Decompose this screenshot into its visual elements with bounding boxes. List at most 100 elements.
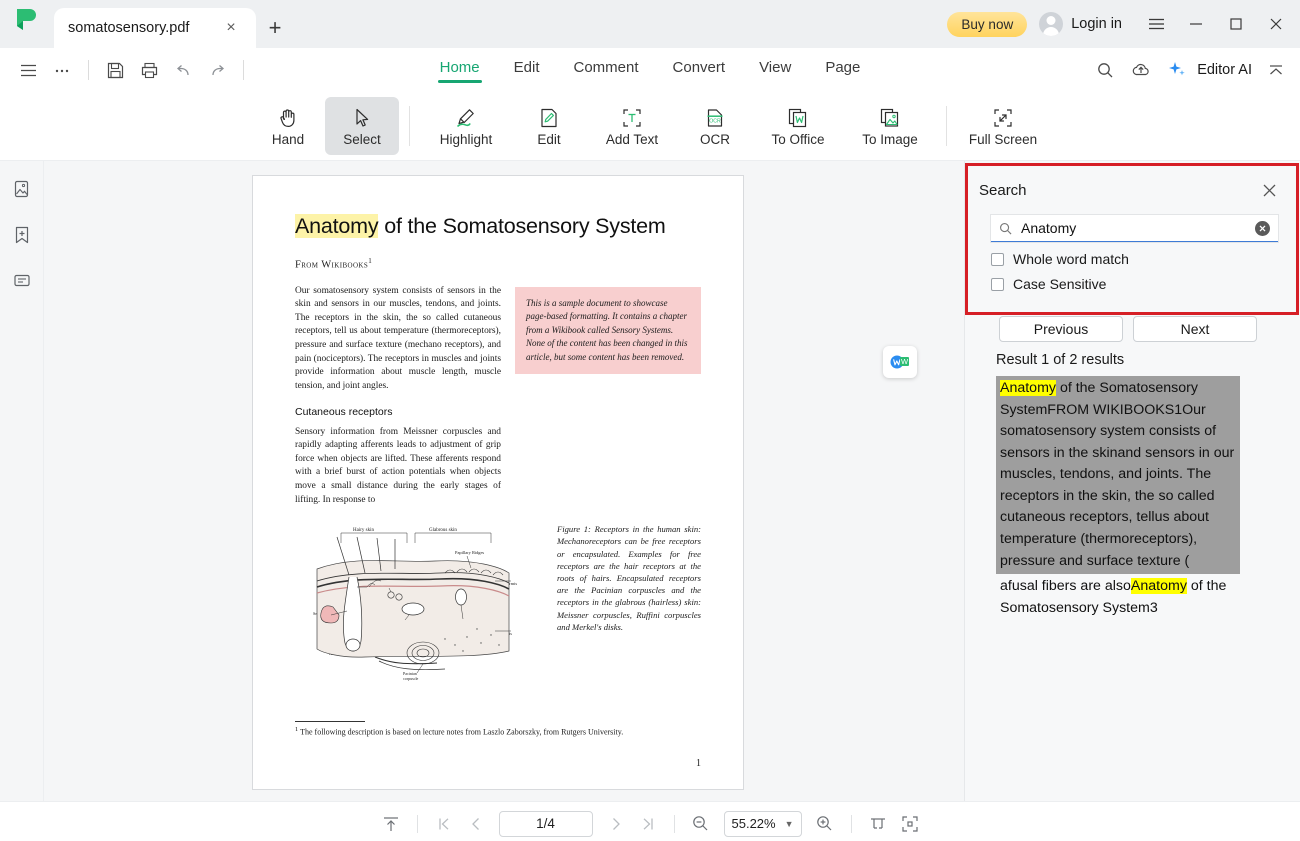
search-nav: Previous Next — [965, 292, 1300, 342]
result-hit: Anatomy — [1130, 578, 1187, 595]
tool-to-office[interactable]: To Office — [752, 97, 844, 155]
divider — [88, 60, 89, 80]
thumbnails-icon[interactable] — [8, 175, 36, 203]
svg-text:OCR: OCR — [709, 118, 721, 124]
tab-home[interactable]: Home — [437, 59, 482, 83]
first-page-icon[interactable] — [429, 810, 459, 838]
next-button[interactable]: Next — [1133, 316, 1257, 342]
minimize-icon[interactable] — [1176, 7, 1216, 41]
left-sidebar — [0, 161, 44, 801]
search-field-container — [965, 201, 1300, 242]
app-logo — [0, 0, 52, 48]
main-menu-icon[interactable] — [12, 55, 44, 85]
comments-icon[interactable] — [8, 267, 36, 295]
close-icon[interactable]: × — [220, 17, 242, 39]
search-results-list: Anatomy of the Somatosensory SystemFROM … — [965, 368, 1300, 621]
tool-to-image[interactable]: To Image — [844, 97, 936, 155]
cloud-upload-icon[interactable] — [1125, 55, 1157, 85]
doc-title: Anatomy of the Somatosensory System — [295, 214, 701, 239]
doc-side-column: This is a sample document to showcase pa… — [515, 285, 701, 520]
next-page-icon[interactable] — [601, 810, 631, 838]
svg-text:Glabrous skin: Glabrous skin — [429, 528, 457, 533]
tool-select[interactable]: Select — [325, 97, 399, 155]
zoom-level-value: 55.22% — [731, 816, 776, 831]
tool-add-text[interactable]: Add Text — [586, 97, 678, 155]
fit-page-icon[interactable] — [376, 810, 406, 838]
bookmark-add-icon[interactable] — [8, 221, 36, 249]
pdf-editor-window: somatosensory.pdf × + Buy now Login in H… — [0, 0, 1300, 841]
tab-convert[interactable]: Convert — [673, 59, 726, 82]
avatar[interactable] — [1039, 12, 1064, 36]
title-bar: somatosensory.pdf × + Buy now Login in — [0, 0, 1300, 48]
tool-hand[interactable]: Hand — [251, 97, 325, 155]
zoom-in-icon[interactable] — [810, 810, 840, 838]
search-result-item[interactable]: afusal fibers are alsoAnatomy of the Som… — [996, 574, 1240, 621]
login-button[interactable]: Login in — [1071, 16, 1122, 32]
tab-view[interactable]: View — [759, 59, 791, 82]
zoom-out-icon[interactable] — [686, 810, 716, 838]
tool-edit[interactable]: Edit — [512, 97, 586, 155]
redo-icon[interactable] — [201, 55, 233, 85]
fit-screen-icon[interactable] — [895, 810, 925, 838]
collapse-ribbon-icon[interactable] — [1260, 55, 1292, 85]
doc-figure-caption: Figure 1: Receptors in the human skin: M… — [557, 524, 701, 632]
window-close-icon[interactable] — [1256, 7, 1296, 41]
tool-label: To Office — [771, 131, 825, 147]
save-icon[interactable] — [99, 55, 131, 85]
undo-icon[interactable] — [167, 55, 199, 85]
tab-page[interactable]: Page — [825, 59, 860, 82]
whole-word-label: Whole word match — [1013, 251, 1129, 267]
previous-button[interactable]: Previous — [999, 316, 1123, 342]
whole-word-match-option[interactable]: Whole word match — [965, 242, 1300, 267]
ribbon-actions: Editor AI — [1089, 55, 1292, 85]
search-input[interactable] — [1019, 219, 1255, 237]
search-icon[interactable] — [1089, 55, 1121, 85]
doc-title-rest: of the Somatosensory System — [378, 214, 666, 238]
pdf-page[interactable]: Anatomy of the Somatosensory System From… — [252, 175, 744, 790]
search-panel-title: Search — [979, 181, 1027, 199]
search-field[interactable] — [991, 215, 1278, 242]
tool-highlight[interactable]: Highlight — [420, 97, 512, 155]
svg-text:Hairy skin: Hairy skin — [353, 528, 374, 533]
new-tab-button[interactable]: + — [256, 8, 294, 48]
tool-full-screen[interactable]: Full Screen — [957, 97, 1049, 155]
divider — [673, 814, 675, 833]
hamburger-menu-icon[interactable] — [1136, 7, 1176, 41]
clear-search-icon[interactable] — [1255, 220, 1270, 236]
buy-now-button[interactable]: Buy now — [947, 11, 1028, 37]
tool-label: Hand — [271, 131, 305, 147]
chevron-down-icon[interactable]: ▼ — [785, 819, 794, 829]
search-icon — [999, 222, 1012, 235]
tool-ocr[interactable]: OCR OCR — [678, 97, 752, 155]
word-export-badge[interactable]: W — [883, 346, 917, 378]
fit-width-icon[interactable] — [863, 810, 893, 838]
doc-page-number: 1 — [696, 758, 701, 769]
case-sensitive-checkbox[interactable] — [991, 277, 1004, 291]
divider — [243, 60, 244, 80]
tab-edit[interactable]: Edit — [514, 59, 540, 82]
tool-strip: Hand Select Highlight Edit Add Text OCR — [0, 92, 1300, 160]
doc-callout: This is a sample document to showcase pa… — [515, 286, 701, 374]
last-page-icon[interactable] — [633, 810, 663, 838]
page-number-input[interactable]: 1/4 — [498, 810, 593, 837]
tool-label: To Image — [862, 131, 918, 147]
editor-ai-button[interactable]: Editor AI — [1197, 62, 1252, 78]
print-icon[interactable] — [133, 55, 165, 85]
whole-word-checkbox[interactable] — [991, 252, 1004, 266]
search-result-item[interactable]: Anatomy of the Somatosensory SystemFROM … — [996, 376, 1240, 575]
case-sensitive-option[interactable]: Case Sensitive — [965, 267, 1300, 292]
prev-page-icon[interactable] — [461, 810, 491, 838]
doc-main-column: Our somatosensory system consists of sen… — [295, 285, 501, 520]
document-viewport[interactable]: Anatomy of the Somatosensory System From… — [44, 161, 964, 801]
doc-source: From Wikibooks1 — [295, 257, 701, 271]
maximize-icon[interactable] — [1216, 7, 1256, 41]
tab-comment[interactable]: Comment — [574, 59, 639, 82]
divider — [946, 106, 947, 146]
document-tab[interactable]: somatosensory.pdf × — [54, 8, 256, 48]
close-icon[interactable] — [1258, 179, 1280, 201]
search-header: Search — [965, 161, 1300, 201]
tool-label: OCR — [700, 131, 730, 147]
more-options-icon[interactable] — [46, 55, 78, 85]
ai-sparkle-icon[interactable] — [1161, 55, 1193, 85]
zoom-level-select[interactable]: 55.22% ▼ — [723, 810, 802, 837]
